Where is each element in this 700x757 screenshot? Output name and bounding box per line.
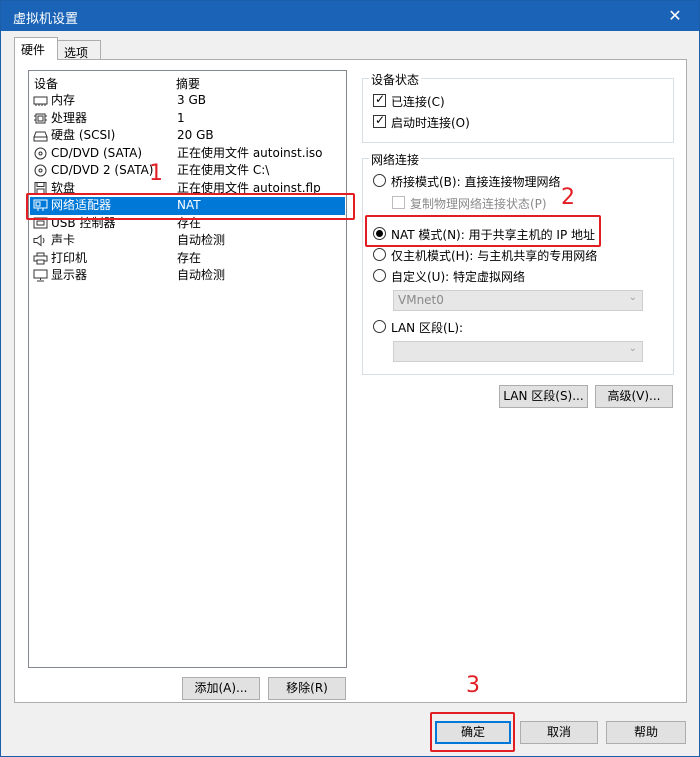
device-status-legend: 设备状态: [369, 71, 422, 88]
monitor-icon: [33, 269, 48, 282]
device-name: CD/DVD (SATA): [51, 145, 143, 160]
device-name: 处理器: [51, 110, 88, 125]
lan-segments-button[interactable]: LAN 区段(S)...: [499, 385, 588, 408]
device-status-group: 设备状态: [362, 71, 674, 143]
add-device-button[interactable]: 添加(A)...: [182, 677, 260, 700]
device-list-header: 设备 摘要: [29, 75, 346, 91]
device-name: 内存: [51, 93, 76, 107]
vm-settings-window: 虚拟机设置 ✕ 硬件 选项 设备 摘要 内存 3 GB 处理器 1 硬盘 (SC…: [0, 0, 700, 757]
window-title: 虚拟机设置: [13, 12, 79, 27]
column-header-device: 设备: [34, 77, 59, 91]
column-header-summary: 摘要: [176, 77, 201, 91]
annotation-box-3: [430, 712, 515, 752]
annotation-number-2: 2: [561, 185, 575, 210]
device-row-processor[interactable]: 处理器 1: [30, 110, 345, 128]
checkmark-icon: ✓: [375, 92, 386, 106]
device-row-sound[interactable]: 声卡 自动检测: [30, 232, 345, 250]
device-row-printer[interactable]: 打印机 存在: [30, 250, 345, 268]
bridged-label: 桥接模式(B): 直接连接物理网络: [391, 175, 561, 189]
device-summary: 3 GB: [177, 93, 206, 107]
cancel-button[interactable]: 取消: [520, 721, 598, 744]
lan-segment-label: LAN 区段(L):: [391, 321, 464, 335]
device-row-cd-dvd-2[interactable]: CD/DVD 2 (SATA) 正在使用文件 C:\: [30, 162, 345, 180]
annotation-box-1: [26, 193, 355, 220]
replicate-state-label: 复制物理网络连接状态(P): [410, 197, 547, 211]
title-bar: 虚拟机设置 ✕: [1, 1, 699, 31]
printer-icon: [33, 252, 48, 264]
connected-checkbox[interactable]: ✓: [373, 92, 386, 107]
custom-label: 自定义(U): 特定虚拟网络: [391, 270, 526, 284]
device-summary: 存在: [177, 250, 202, 265]
host-only-radio[interactable]: [373, 248, 386, 261]
chevron-down-icon: ⌄: [628, 343, 637, 354]
device-row-display[interactable]: 显示器 自动检测: [30, 267, 345, 285]
cd-dvd-icon: [34, 164, 47, 177]
replicate-state-checkbox[interactable]: [392, 196, 405, 209]
device-list[interactable]: 设备 摘要 内存 3 GB 处理器 1 硬盘 (SCSI) 20 GB CD/D…: [28, 70, 347, 668]
cd-dvd-icon: [34, 147, 47, 159]
device-name: 声卡: [51, 233, 76, 247]
checkmark-icon: ✓: [375, 113, 386, 127]
device-summary: 自动检测: [177, 233, 226, 247]
annotation-box-2: [365, 215, 601, 247]
device-summary: 正在使用文件 autoinst.iso: [177, 145, 323, 160]
device-summary: 正在使用文件 C:\: [177, 163, 270, 177]
connect-at-power-on-checkbox[interactable]: ✓: [373, 113, 386, 128]
custom-network-select[interactable]: VMnet0 ⌄: [393, 290, 643, 311]
host-only-label: 仅主机模式(H): 与主机共享的专用网络: [391, 249, 598, 263]
annotation-number-1: 1: [149, 161, 163, 186]
hard-disk-icon: [33, 131, 48, 142]
close-icon[interactable]: ✕: [655, 3, 695, 29]
annotation-number-3: 3: [466, 673, 480, 698]
network-connection-legend: 网络连接: [369, 151, 422, 168]
device-name: 硬盘 (SCSI): [51, 128, 116, 142]
custom-network-value: VMnet0: [398, 293, 444, 307]
lan-segment-select[interactable]: ⌄: [393, 341, 643, 362]
speaker-icon: [33, 234, 45, 247]
chevron-down-icon: ⌄: [628, 292, 637, 303]
remove-device-button[interactable]: 移除(R): [268, 677, 346, 700]
advanced-button[interactable]: 高级(V)...: [595, 385, 673, 408]
tab-hardware[interactable]: 硬件: [14, 37, 58, 60]
connected-label: 已连接(C): [391, 95, 445, 109]
device-name: 打印机: [51, 250, 88, 265]
memory-icon: [33, 96, 48, 106]
connect-at-power-on-label: 启动时连接(O): [391, 116, 470, 130]
device-summary: 自动检测: [177, 268, 226, 282]
device-row-cd-dvd[interactable]: CD/DVD (SATA) 正在使用文件 autoinst.iso: [30, 145, 345, 163]
device-summary: 1: [177, 110, 185, 125]
bridged-radio[interactable]: [373, 174, 386, 187]
tab-options[interactable]: 选项: [57, 40, 101, 61]
device-name: CD/DVD 2 (SATA): [51, 163, 154, 177]
processor-icon: [34, 113, 47, 123]
device-row-memory[interactable]: 内存 3 GB: [30, 92, 345, 110]
lan-segment-radio[interactable]: [373, 320, 386, 333]
device-summary: 20 GB: [177, 128, 214, 142]
help-button[interactable]: 帮助: [606, 721, 686, 744]
custom-radio[interactable]: [373, 269, 386, 282]
device-row-hard-disk[interactable]: 硬盘 (SCSI) 20 GB: [30, 127, 345, 145]
device-name: 显示器: [51, 268, 88, 282]
